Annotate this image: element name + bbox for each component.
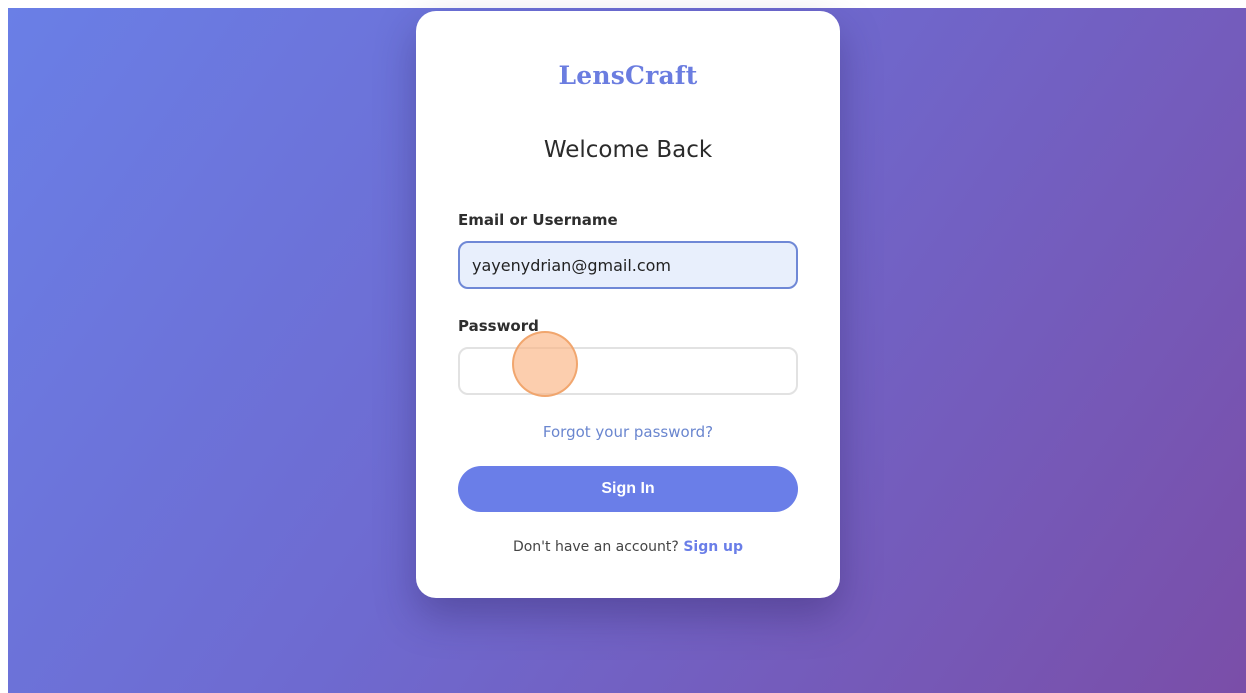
password-field[interactable] — [458, 347, 798, 395]
page-background: LensCraft Welcome Back Email or Username… — [8, 8, 1246, 693]
forgot-password-link[interactable]: Forgot your password? — [416, 423, 840, 441]
password-label: Password — [458, 317, 539, 335]
signup-prompt-row: Don't have an account? Sign up — [416, 539, 840, 555]
login-card: LensCraft Welcome Back Email or Username… — [416, 11, 840, 598]
signup-prompt-text: Don't have an account? — [512, 539, 679, 555]
brand-logo: LensCraft — [558, 61, 698, 90]
email-field[interactable]: yayenydrian@gmail.com — [458, 241, 798, 289]
page-title: Welcome Back — [543, 137, 713, 163]
email-label: Email or Username — [458, 211, 618, 229]
sign-in-button[interactable]: Sign In — [458, 466, 798, 512]
sign-up-link[interactable]: Sign up — [683, 539, 743, 555]
